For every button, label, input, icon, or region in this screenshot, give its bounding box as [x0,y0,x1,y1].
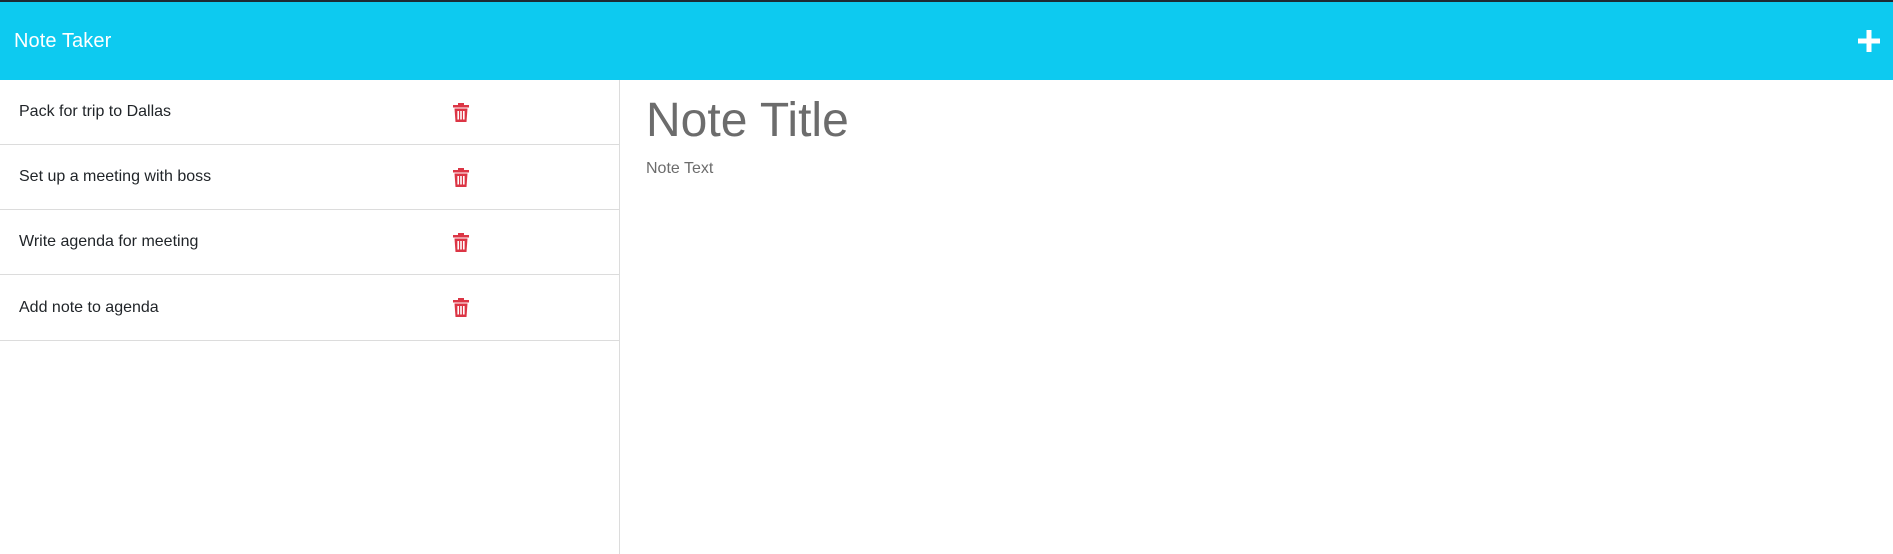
note-list-item[interactable]: Add note to agenda [0,275,619,340]
trash-icon [453,102,469,122]
note-title-input[interactable] [646,90,1867,150]
navbar-brand[interactable]: Note Taker [14,30,111,53]
note-list: Pack for trip to Dallas Set up a meeting… [0,80,619,341]
note-item-title: Pack for trip to Dallas [19,103,172,120]
note-item-title: Write agenda for meeting [19,233,199,250]
delete-note-button[interactable] [451,101,471,123]
navbar: Note Taker [0,2,1893,80]
note-item-title: Set up a meeting with boss [19,168,212,185]
note-text-input[interactable] [646,160,1867,540]
note-list-item[interactable]: Set up a meeting with boss [0,145,619,210]
note-editor [620,80,1893,554]
note-list-item[interactable]: Write agenda for meeting [0,210,619,275]
plus-icon [1858,30,1880,52]
note-list-item[interactable]: Pack for trip to Dallas [0,80,619,145]
trash-icon [453,232,469,252]
trash-icon [453,298,469,317]
delete-note-button[interactable] [451,166,471,188]
note-item-title: Add note to agenda [19,298,159,316]
trash-icon [453,167,469,187]
note-list-sidebar: Pack for trip to Dallas Set up a meeting… [0,80,620,554]
delete-note-button[interactable] [451,231,471,253]
delete-note-button[interactable] [451,297,471,319]
main-content: Pack for trip to Dallas Set up a meeting… [0,80,1893,554]
new-note-button[interactable] [1855,27,1883,55]
